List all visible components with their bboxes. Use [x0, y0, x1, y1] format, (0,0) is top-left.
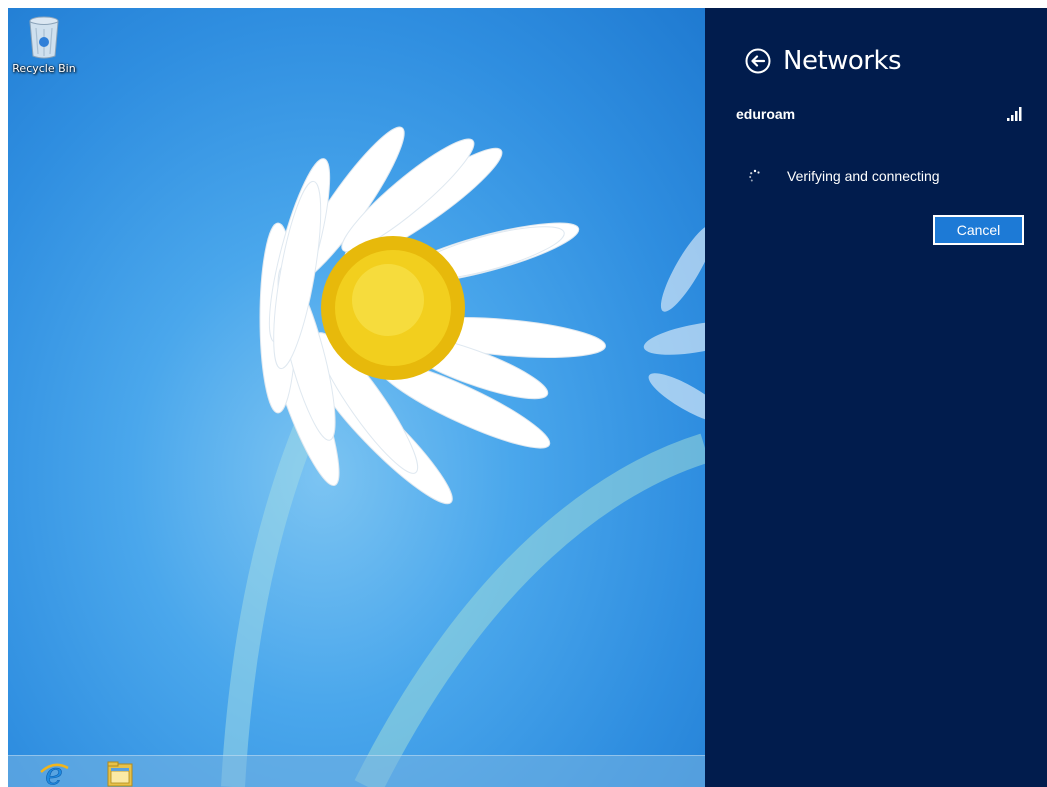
- taskbar-internet-explorer-button[interactable]: e: [30, 758, 78, 787]
- desktop[interactable]: Recycle Bin e: [8, 8, 705, 787]
- daisy-wallpaper: [221, 126, 705, 787]
- taskbar: e: [8, 755, 705, 787]
- networks-charm-pane: Networks eduroam Verifying and connectin…: [705, 8, 1047, 787]
- connection-status: Verifying and connecting: [748, 166, 940, 186]
- charm-header: Networks: [745, 46, 902, 76]
- recycle-bin-shortcut[interactable]: Recycle Bin: [12, 14, 76, 75]
- cancel-button[interactable]: Cancel: [933, 215, 1024, 245]
- file-explorer-icon: [107, 761, 133, 787]
- internet-explorer-icon: e: [40, 758, 69, 787]
- svg-text:e: e: [45, 758, 63, 787]
- recycle-bin-icon: [29, 16, 59, 59]
- wifi-signal-bars-icon: [1007, 107, 1022, 121]
- charm-title: Networks: [783, 46, 902, 76]
- screen: Recycle Bin e Networks eduroam Verifying…: [8, 8, 1047, 787]
- back-arrow-circle-icon[interactable]: [745, 48, 771, 74]
- network-name: eduroam: [736, 106, 796, 122]
- status-text: Verifying and connecting: [787, 168, 940, 184]
- network-list-item-eduroam[interactable]: eduroam: [736, 104, 1024, 126]
- spinner-icon: [749, 169, 760, 182]
- recycle-bin-label: Recycle Bin: [12, 62, 76, 75]
- taskbar-file-explorer-button[interactable]: [94, 758, 142, 787]
